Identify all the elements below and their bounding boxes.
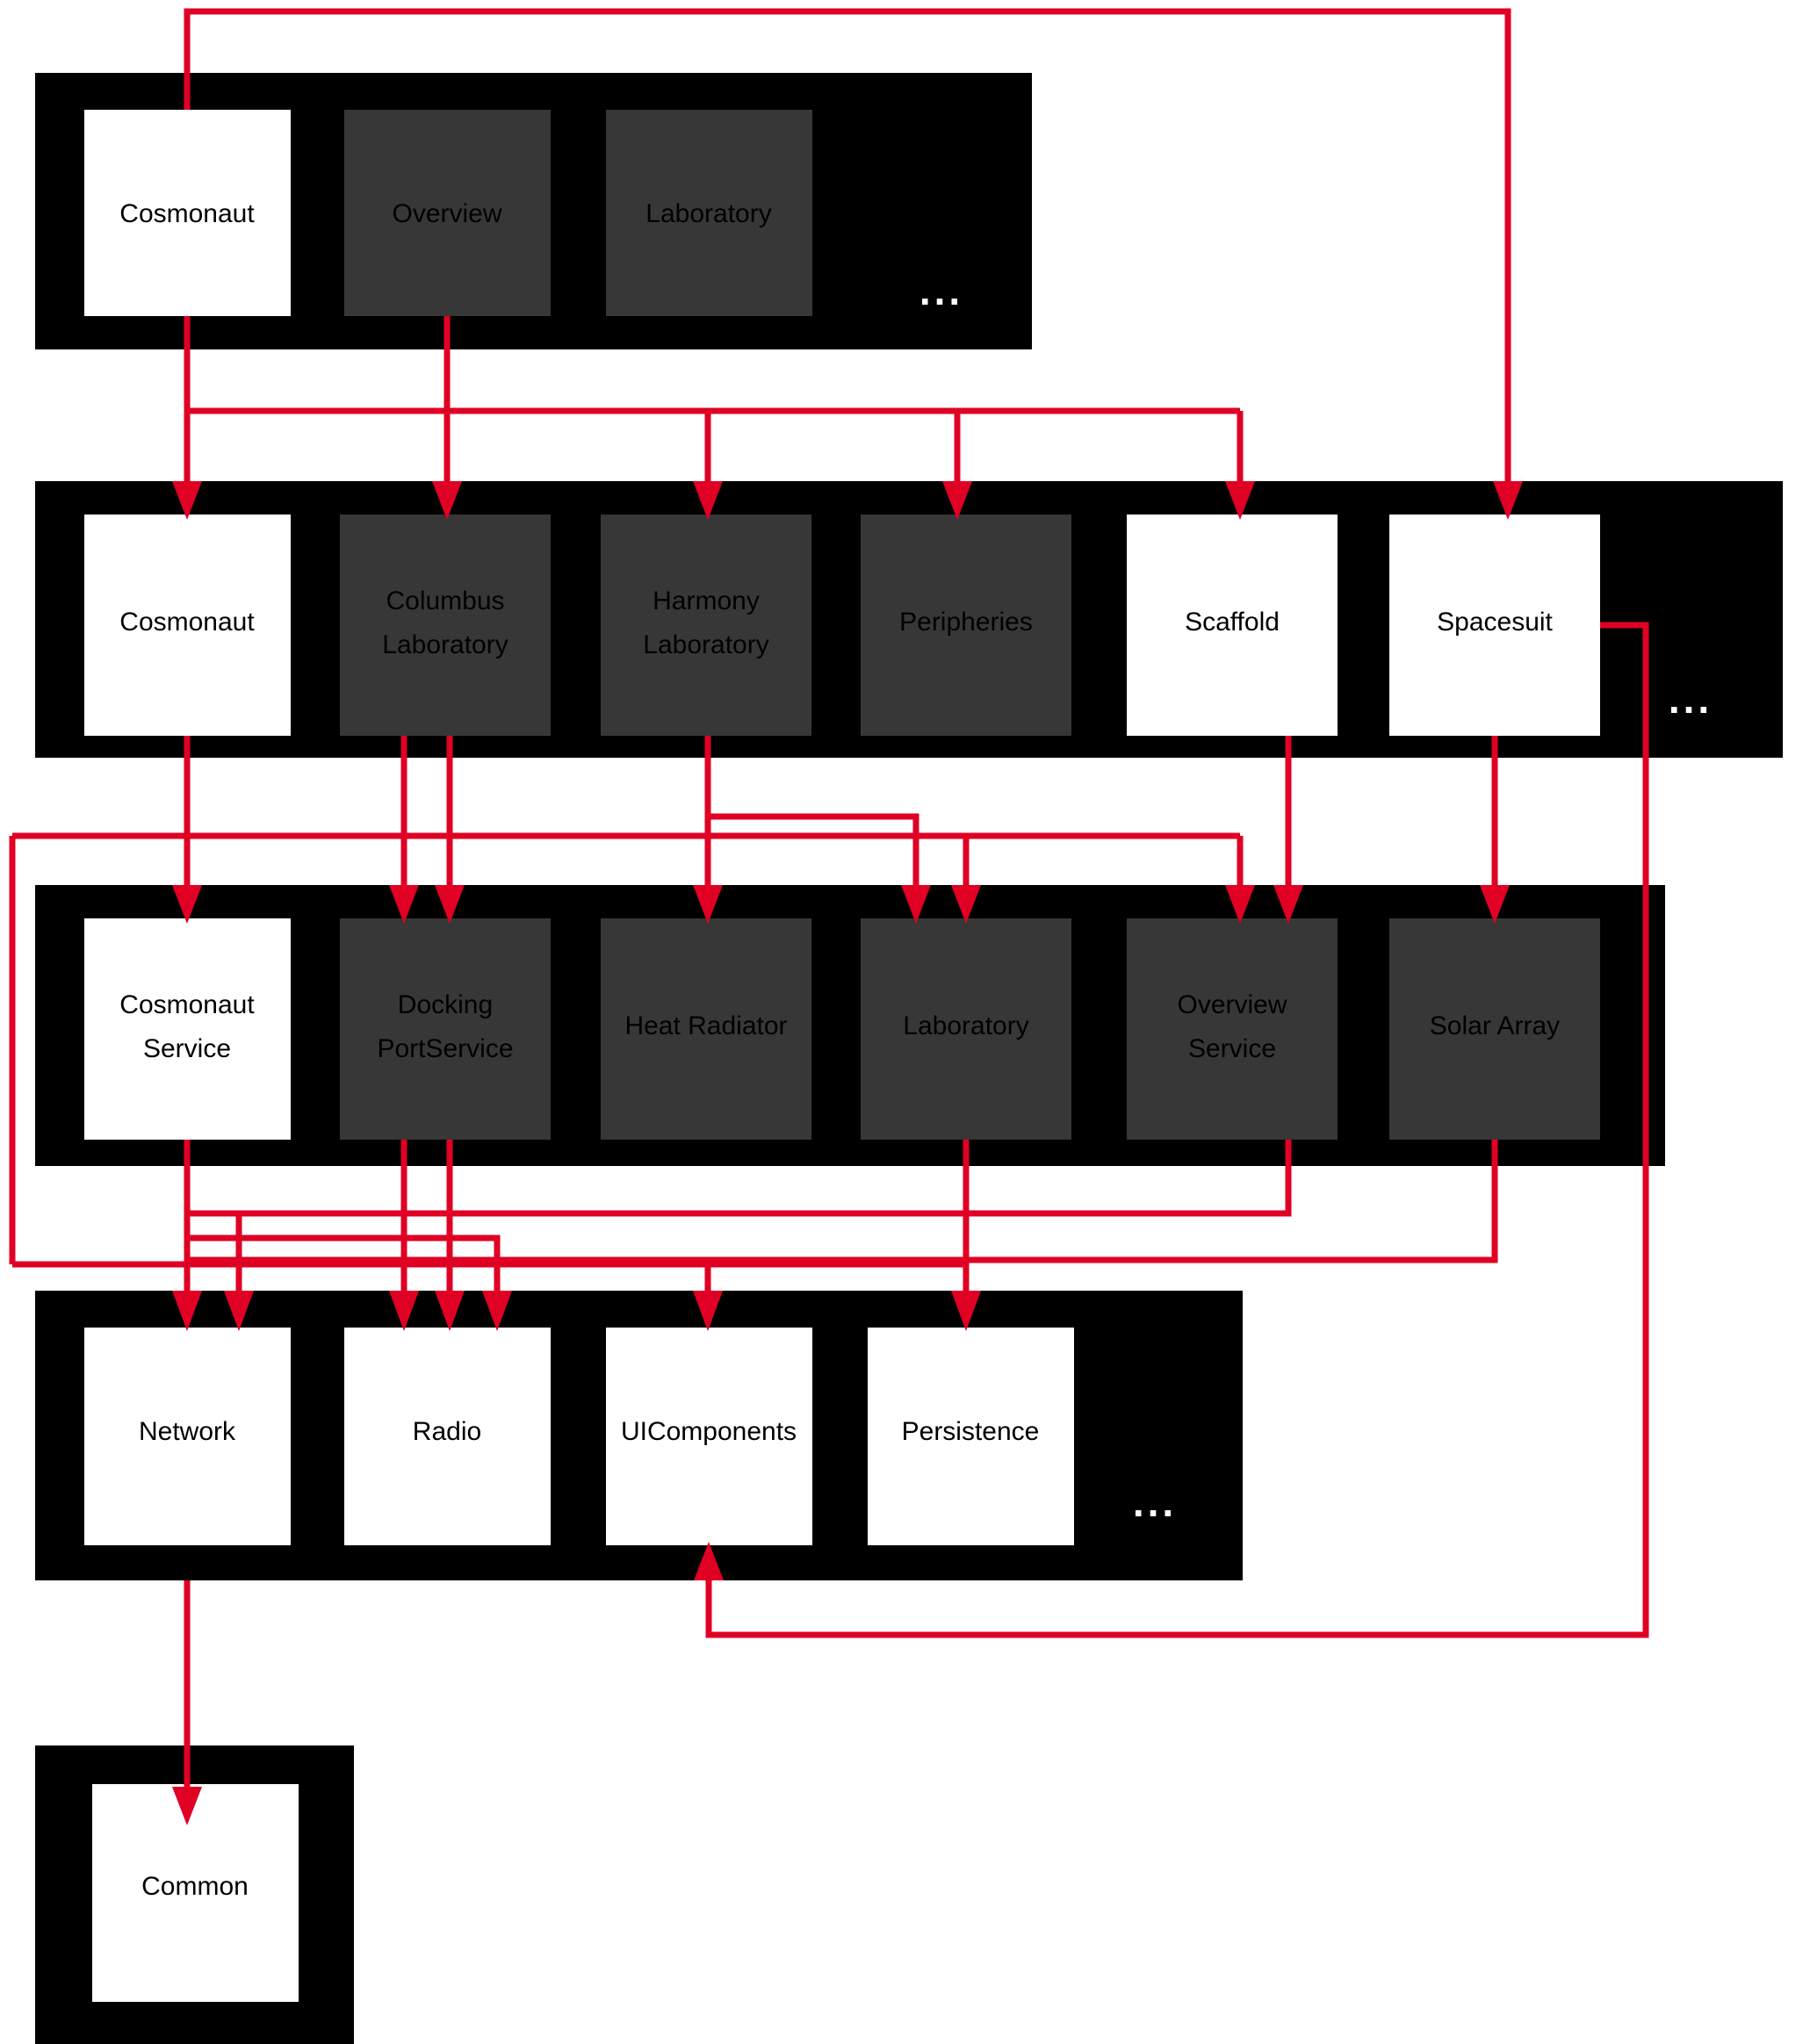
node-svc-cosmonaut-service-box[interactable] [84, 918, 291, 1140]
node-svc-cosmonaut-service-label-line2: Service [143, 1034, 231, 1063]
node-svc-docking-portservice-label-line1: Docking [398, 990, 493, 1019]
node-plat-radio-label: Radio [413, 1417, 481, 1446]
node-svc-overview-service-label-line2: Service [1188, 1034, 1276, 1063]
node-feat-peripheries-label: Peripheries [899, 608, 1033, 637]
node-svc-solar-array-label: Solar Array [1430, 1011, 1560, 1040]
band-platform: Network Radio UIComponents Persistence .… [35, 1291, 1243, 1580]
node-app-laboratory[interactable]: Laboratory [606, 110, 812, 316]
architecture-diagram: Cosmonaut Overview Laboratory ... Cosmon… [0, 0, 1810, 2044]
node-svc-overview-service[interactable]: Overview Service [1127, 918, 1338, 1140]
node-svc-laboratory-label: Laboratory [903, 1011, 1028, 1040]
node-feat-columbus-laboratory[interactable]: Columbus Laboratory [340, 515, 551, 736]
node-app-cosmonaut[interactable]: Cosmonaut [84, 110, 291, 316]
node-app-overview[interactable]: Overview [344, 110, 551, 316]
edge-feat-harmony-to-svc-laboratory [704, 736, 919, 891]
node-feat-peripheries[interactable]: Peripheries [861, 515, 1071, 736]
node-feat-columbus-laboratory-label-line2: Laboratory [382, 630, 508, 659]
band-features: Cosmonaut Columbus Laboratory Harmony La… [35, 481, 1783, 758]
node-feat-columbus-laboratory-box[interactable] [340, 515, 551, 736]
node-plat-persistence[interactable]: Persistence [868, 1328, 1074, 1545]
node-feat-harmony-laboratory-label-line2: Laboratory [643, 630, 768, 659]
node-feat-harmony-laboratory-box[interactable] [601, 515, 811, 736]
node-feat-harmony-laboratory-label-line1: Harmony [653, 587, 760, 615]
node-plat-uicomponents-label: UIComponents [621, 1417, 797, 1446]
node-plat-network-label: Network [139, 1417, 236, 1446]
node-plat-network[interactable]: Network [84, 1328, 291, 1545]
diagram-canvas: Cosmonaut Overview Laboratory ... Cosmon… [9, 8, 1783, 2044]
node-svc-cosmonaut-service-label-line1: Cosmonaut [119, 990, 255, 1019]
node-svc-overview-service-label-line1: Overview [1177, 990, 1287, 1019]
node-feat-harmony-laboratory[interactable]: Harmony Laboratory [601, 515, 811, 736]
node-feat-scaffold[interactable]: Scaffold [1127, 515, 1338, 736]
band-features-ellipsis: ... [1669, 676, 1713, 722]
node-app-overview-label: Overview [392, 199, 501, 228]
node-svc-solar-array[interactable]: Solar Array [1389, 918, 1600, 1140]
node-app-laboratory-label: Laboratory [645, 199, 771, 228]
node-svc-heat-radiator[interactable]: Heat Radiator [601, 918, 811, 1140]
band-applications: Cosmonaut Overview Laboratory ... [35, 73, 1032, 349]
node-common-label: Common [141, 1872, 249, 1901]
node-svc-docking-portservice[interactable]: Docking PortService [340, 918, 551, 1140]
node-svc-cosmonaut-service[interactable]: Cosmonaut Service [84, 918, 291, 1140]
node-svc-laboratory[interactable]: Laboratory [861, 918, 1071, 1140]
node-feat-columbus-laboratory-label-line1: Columbus [386, 587, 504, 615]
node-plat-radio[interactable]: Radio [344, 1328, 551, 1545]
node-svc-docking-portservice-label-line2: PortService [377, 1034, 513, 1063]
band-applications-ellipsis: ... [919, 268, 963, 313]
band-platform-ellipsis: ... [1133, 1479, 1177, 1525]
node-feat-spacesuit[interactable]: Spacesuit [1389, 515, 1600, 736]
band-services-ellipsis: ... [1669, 1084, 1713, 1130]
node-plat-persistence-label: Persistence [902, 1417, 1040, 1446]
node-feat-cosmonaut-label: Cosmonaut [119, 608, 255, 637]
node-svc-overview-service-box[interactable] [1127, 918, 1338, 1140]
node-svc-heat-radiator-label: Heat Radiator [624, 1011, 787, 1040]
node-feat-cosmonaut[interactable]: Cosmonaut [84, 515, 291, 736]
node-plat-uicomponents[interactable]: UIComponents [606, 1328, 812, 1545]
band-services: Cosmonaut Service Docking PortService He… [35, 885, 1713, 1166]
node-feat-scaffold-label: Scaffold [1185, 608, 1280, 637]
node-common[interactable]: Common [92, 1784, 299, 2002]
node-svc-docking-portservice-box[interactable] [340, 918, 551, 1140]
node-feat-spacesuit-label: Spacesuit [1437, 608, 1553, 637]
node-app-cosmonaut-label: Cosmonaut [119, 199, 255, 228]
